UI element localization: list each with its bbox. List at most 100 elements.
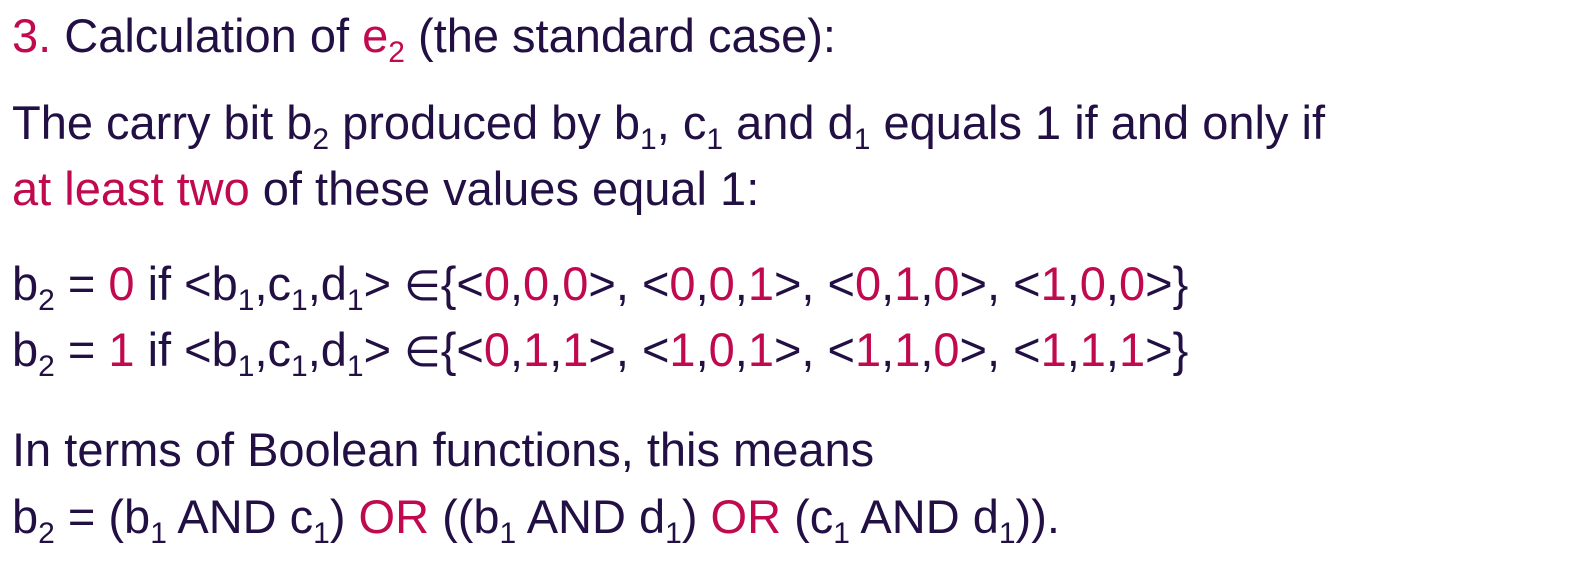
punctuation: > [588,323,616,376]
punctuation: < [641,257,670,310]
punctuation: , [920,323,934,376]
tuple-bit: 1 [894,323,921,376]
punctuation: { [440,323,457,376]
boolean-formula: b2 = (b1 AND c1) OR ((b1 AND d1) OR (c1 … [12,490,1060,549]
tuple-set: {<0,1,1>, <1,0,1>, <1,1,0>, <1,1,1>} [441,323,1189,376]
subscript: 1 [833,517,850,550]
tuple-bit: 0 [855,257,882,310]
tuple-bit: 1 [855,323,882,376]
formula-text: AND d [849,490,999,543]
punctuation: < [827,257,855,310]
punctuation: > [1145,323,1173,376]
rule-condition: > [363,257,405,310]
punctuation: { [440,257,457,310]
rule-lhs: b [12,257,39,310]
tuple: <0,0,0> [456,257,615,310]
or-operator: OR [358,490,430,543]
tuple-bit: 0 [933,323,960,376]
tuple: <1,1,1> [1013,323,1172,376]
rule-value: 0 [108,257,135,310]
rule-condition: ,d [307,323,347,376]
rule-condition: ,d [307,257,347,310]
tuple-bit: 1 [523,323,550,376]
tuple-bit: 0 [483,257,510,310]
punctuation: , [1105,257,1119,310]
tuple-bit: 1 [1118,323,1146,376]
slide: 3. Calculation of e2 (the standard case)… [0,0,1594,572]
tuple-bit: 0 [1079,257,1106,310]
rule-condition: > [363,323,405,376]
heading-number: 3. [12,9,52,62]
rule-row: b2 = 1 if <b1,c1,d1> ∈{<0,1,1>, <1,0,1>,… [12,323,1189,382]
subscript: 1 [346,350,364,383]
tuple-bit: 1 [894,257,921,310]
punctuation: < [1013,257,1041,310]
punctuation: > [773,323,802,376]
punctuation: , [801,257,828,310]
subscript: 1 [150,517,167,550]
punctuation: , [695,323,709,376]
rule-lhs: b [12,323,39,376]
tuple: <0,1,0> [828,257,987,310]
intro-text: equals 1 if and only if [870,96,1326,149]
punctuation: , [615,323,642,376]
subscript: 1 [499,517,517,550]
subscript: 1 [291,284,308,317]
formula-text: = (b [54,490,151,543]
punctuation: , [881,323,895,376]
subscript: 1 [291,350,308,383]
punctuation: , [1105,323,1119,376]
tuple-bit: 1 [747,257,774,310]
subscript: 2 [312,123,330,156]
tuple: <0,1,1> [456,323,615,376]
tuple-bit: 0 [669,257,696,310]
tuple-set: {<0,0,0>, <0,0,1>, <0,1,0>, <1,0,0>} [441,257,1189,310]
punctuation: , [1066,257,1080,310]
subscript: 1 [665,517,682,550]
tuple-bit: 1 [1079,323,1106,376]
punctuation: , [881,257,895,310]
punctuation: > [773,257,802,310]
punctuation: > [959,257,987,310]
punctuation: < [456,257,484,310]
formula-text: ) [329,490,359,543]
tuple-bit: 1 [669,323,696,376]
subscript: 2 [38,284,55,317]
punctuation: , [509,323,524,376]
subscript: 2 [38,350,55,383]
punctuation: } [1172,257,1189,310]
punctuation: > [1145,257,1173,310]
tuple-bit: 0 [1118,257,1146,310]
punctuation: > [959,323,987,376]
subscript: 2 [38,517,55,550]
rule-condition: ,c [254,257,291,310]
tuple-bit: 1 [562,323,589,376]
formula-text: ((b [429,490,500,543]
intro-line-2: at least two of these values equal 1: [12,165,759,212]
subscript: 1 [313,517,330,550]
formula-text: AND c [166,490,314,543]
tuple-bit: 0 [523,257,550,310]
intro-text: and d [723,96,854,149]
formula-text: AND d [516,490,666,543]
tuple: <1,1,0> [828,323,987,376]
tuple-bit: 0 [933,257,960,310]
punctuation: < [1013,323,1041,376]
formula-text: )). [1015,490,1060,543]
punctuation: > [588,257,616,310]
punctuation: , [695,257,709,310]
tuple: <0,0,1> [642,257,801,310]
intro-text: of these values equal 1: [249,162,760,215]
subscript: 1 [237,350,255,383]
subscript: 1 [853,123,871,156]
formula-text: b [12,490,39,543]
intro-highlight: at least two [12,162,250,215]
subscript: 1 [640,123,657,156]
subscript: 1 [706,123,724,156]
equals-sign: = [54,323,109,376]
tuple-bit: 0 [483,323,510,376]
rule-condition: ,c [254,323,291,376]
subscript: 1 [237,284,255,317]
element-of-symbol: ∈ [404,327,441,376]
punctuation: < [827,323,855,376]
